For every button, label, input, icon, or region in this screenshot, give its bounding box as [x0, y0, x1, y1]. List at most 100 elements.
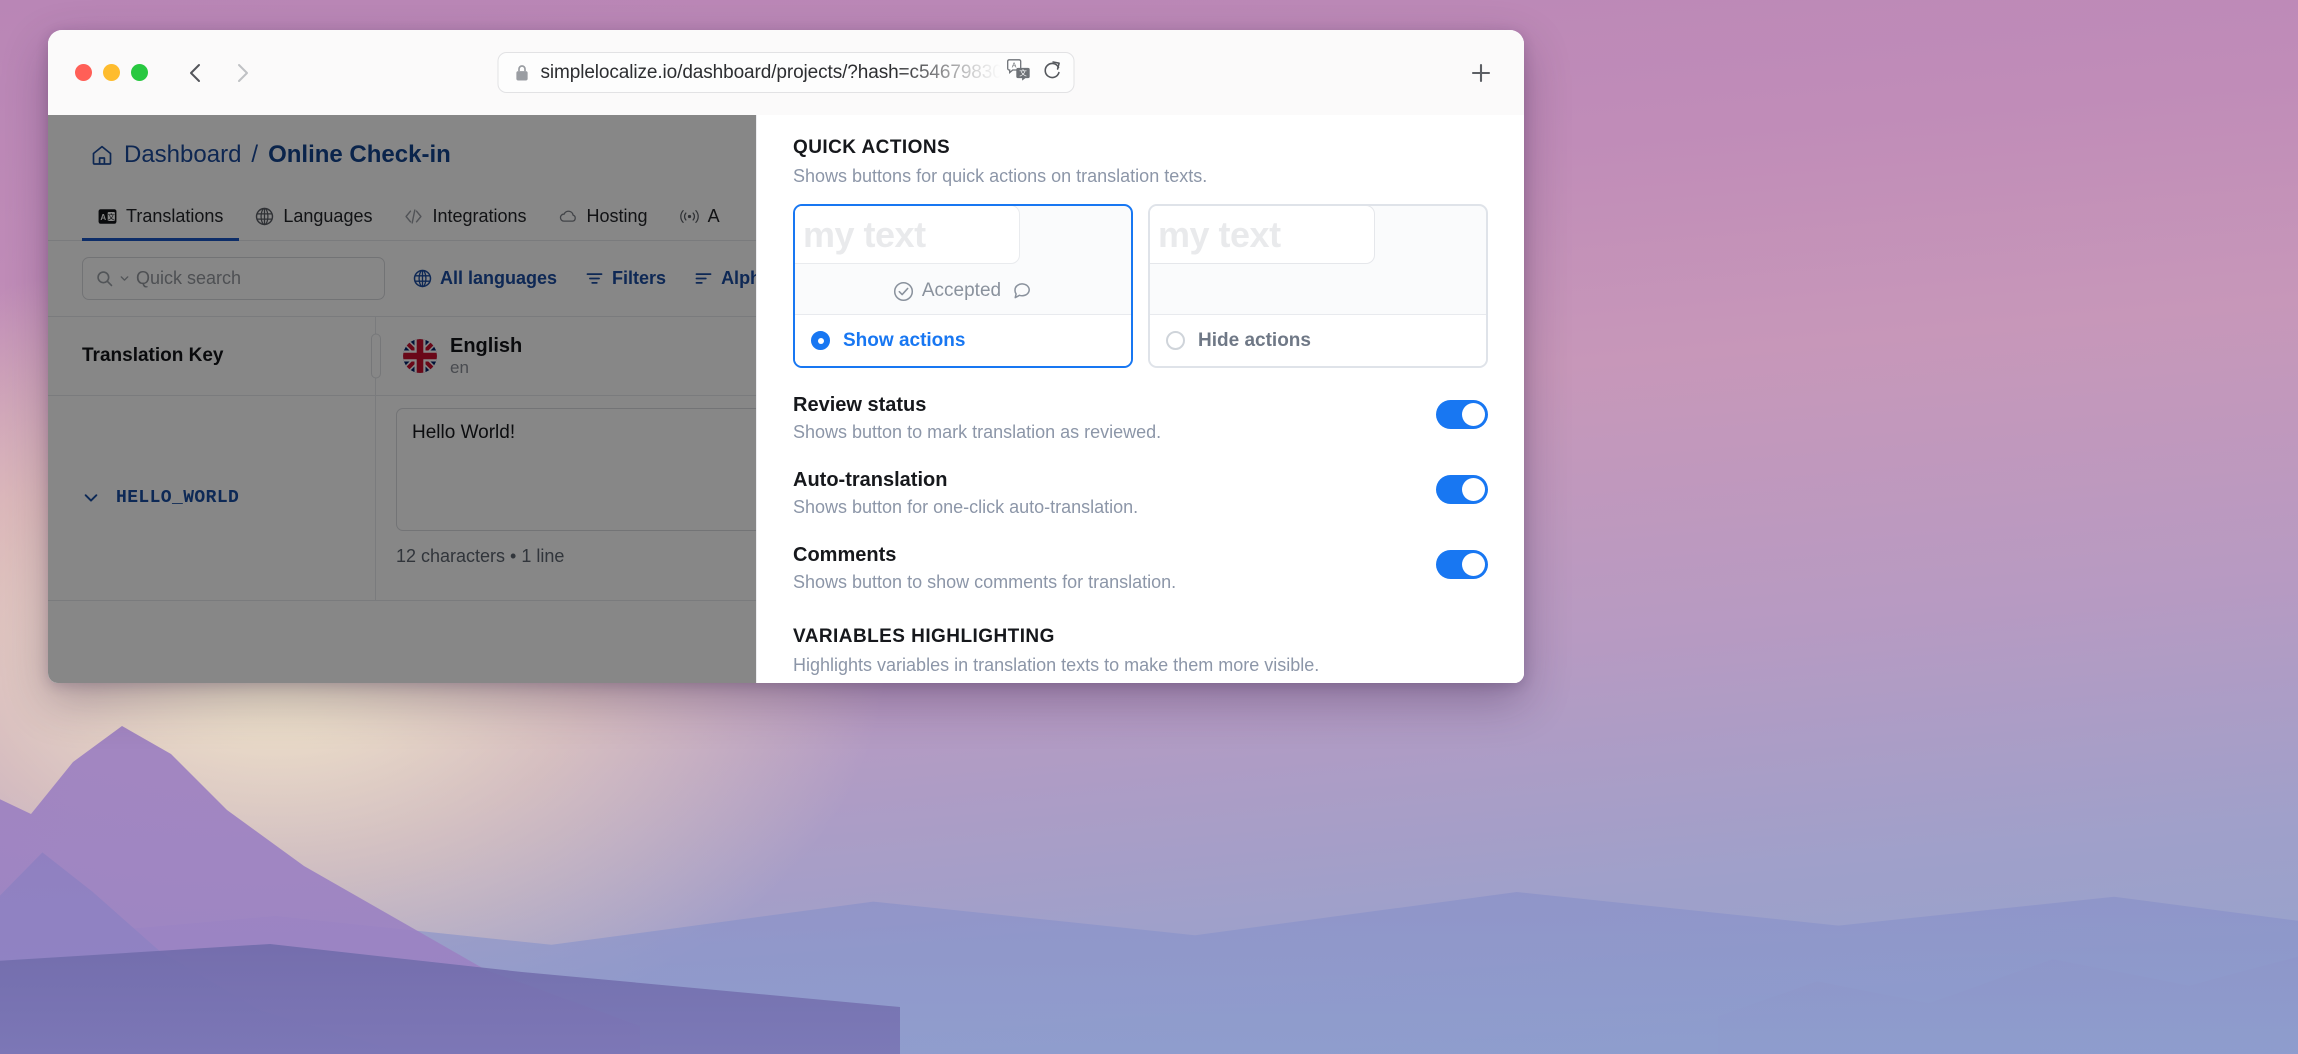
- reload-icon[interactable]: [1043, 60, 1062, 85]
- svg-text:文: 文: [108, 212, 115, 221]
- tab-label: Integrations: [432, 206, 527, 226]
- key-column: Translation Key HELLO_WORLD: [48, 317, 376, 601]
- tab-translations[interactable]: A 文 Translations: [82, 206, 240, 241]
- radio-hide-actions[interactable]: [1166, 331, 1185, 350]
- setting-text: Review status Shows button to mark trans…: [793, 394, 1161, 443]
- preview-input: my text: [795, 206, 1020, 264]
- option-hide-actions[interactable]: my text Hide actions: [1148, 204, 1488, 368]
- code-brackets-icon: [404, 207, 423, 226]
- quick-actions-description: Shows buttons for quick actions on trans…: [793, 166, 1208, 186]
- setting-title: Review status: [793, 394, 927, 416]
- variables-highlighting-heading: VARIABLES HIGHLIGHTING: [793, 626, 1055, 647]
- language-name: English: [450, 334, 523, 357]
- browser-titlebar: simplelocalize.io/dashboard/projects/?ha…: [48, 30, 1524, 115]
- forward-button[interactable]: [230, 61, 254, 85]
- show-actions-label: Show actions: [843, 329, 966, 351]
- setting-text: Comments Shows button to show comments f…: [793, 544, 1176, 593]
- search-input[interactable]: Quick search: [82, 257, 385, 300]
- toggle-auto-translation[interactable]: [1436, 475, 1488, 504]
- chevron-down-icon[interactable]: [82, 489, 100, 507]
- url-text: simplelocalize.io/dashboard/projects/?ha…: [540, 61, 1001, 83]
- address-bar-container: simplelocalize.io/dashboard/projects/?ha…: [497, 52, 1075, 93]
- translation-key[interactable]: HELLO_WORLD: [116, 488, 239, 508]
- breadcrumb-current-project[interactable]: Online Check-in: [268, 141, 451, 169]
- tab-hosting[interactable]: Hosting: [543, 206, 664, 240]
- comment-bubble-icon: [1012, 281, 1033, 302]
- svg-text:A: A: [100, 213, 106, 222]
- radio-show-actions[interactable]: [811, 331, 830, 350]
- tab-announcements[interactable]: A: [664, 206, 736, 240]
- search-icon: [96, 270, 113, 287]
- quick-actions-heading: QUICK ACTIONS: [793, 137, 951, 158]
- setting-description: Shows button to show comments for transl…: [793, 572, 1177, 592]
- settings-panel-content: QUICK ACTIONS Shows buttons for quick ac…: [757, 115, 1524, 683]
- filter-lines-icon: [585, 269, 604, 288]
- tab-label: Hosting: [586, 206, 648, 226]
- settings-panel: QUICK ACTIONS Shows buttons for quick ac…: [757, 115, 1524, 683]
- minimize-window-button[interactable]: [103, 64, 120, 81]
- table-row[interactable]: HELLO_WORLD: [48, 396, 375, 601]
- address-bar[interactable]: simplelocalize.io/dashboard/projects/?ha…: [497, 52, 1075, 93]
- cloud-icon: [559, 207, 578, 226]
- tab-languages[interactable]: Languages: [239, 206, 388, 240]
- maximize-window-button[interactable]: [131, 64, 148, 81]
- column-resize-handle[interactable]: [371, 333, 381, 379]
- hide-actions-label: Hide actions: [1198, 329, 1311, 351]
- breadcrumb-dashboard-link[interactable]: Dashboard: [124, 141, 241, 169]
- translate-box-icon: A 文: [98, 207, 117, 226]
- variables-highlighting-description: Highlights variables in translation text…: [793, 655, 1320, 675]
- navigation-buttons: [184, 61, 254, 85]
- setting-auto-translation: Auto-translation Shows button for one-cl…: [793, 469, 1488, 518]
- option-show-actions[interactable]: my text Accepted Show actions: [793, 204, 1133, 368]
- translate-page-icon[interactable]: A 文: [1007, 59, 1032, 86]
- setting-description: Shows button to mark translation as revi…: [793, 422, 1162, 442]
- svg-text:A: A: [1012, 62, 1017, 69]
- uk-flag-icon: [403, 339, 437, 373]
- accepted-status: Accepted: [893, 280, 1001, 302]
- preview-placeholder-text: my text: [1158, 213, 1281, 255]
- toggle-review-status[interactable]: [1436, 400, 1488, 429]
- address-bar-actions: A 文: [1007, 59, 1062, 86]
- setting-title: Comments: [793, 544, 897, 566]
- search-placeholder: Quick search: [136, 268, 242, 288]
- preview-action-row: Accepted: [795, 268, 1131, 314]
- setting-text: Auto-translation Shows button for one-cl…: [793, 469, 1138, 518]
- desktop-background: simplelocalize.io/dashboard/projects/?ha…: [0, 0, 2298, 1054]
- show-actions-radio-row[interactable]: Show actions: [795, 314, 1131, 366]
- check-circle-icon: [893, 281, 914, 302]
- language-info: English en: [450, 335, 522, 378]
- preview-placeholder-text: my text: [803, 213, 926, 255]
- quick-actions-options: my text Accepted Show actions my text Hi…: [793, 204, 1488, 368]
- show-actions-preview: my text Accepted: [795, 206, 1131, 314]
- variables-highlighting-section: VARIABLES HIGHLIGHTING Highlights variab…: [793, 626, 1488, 683]
- breadcrumb-separator: /: [251, 141, 259, 168]
- setting-review-status: Review status Shows button to mark trans…: [793, 394, 1488, 443]
- globe-icon: [255, 207, 274, 226]
- home-icon[interactable]: [90, 143, 114, 167]
- chevron-down-icon[interactable]: [120, 274, 129, 283]
- tool-label: Filters: [612, 268, 667, 288]
- tab-label: Languages: [283, 206, 373, 226]
- svg-text:文: 文: [1019, 68, 1027, 78]
- tab-label: A: [707, 206, 720, 226]
- tab-label: Translations: [126, 206, 224, 226]
- tool-label: All languages: [440, 268, 558, 288]
- close-window-button[interactable]: [75, 64, 92, 81]
- filters-button[interactable]: Filters: [585, 268, 666, 289]
- toggle-comments[interactable]: [1436, 550, 1488, 579]
- preview-input: my text: [1150, 206, 1375, 264]
- tab-integrations[interactable]: Integrations: [388, 206, 542, 240]
- sort-lines-icon: [694, 269, 713, 288]
- back-button[interactable]: [184, 61, 208, 85]
- new-tab-button[interactable]: [1468, 60, 1494, 86]
- setting-title: Auto-translation: [793, 469, 948, 491]
- hide-actions-radio-row[interactable]: Hide actions: [1150, 314, 1486, 366]
- broadcast-icon: [679, 207, 699, 226]
- hide-actions-preview: my text: [1150, 206, 1486, 314]
- all-languages-button[interactable]: All languages: [413, 268, 557, 289]
- page-viewport: Dashboard / Online Check-in A 文 Translat…: [48, 115, 1524, 683]
- window-controls: [75, 64, 148, 81]
- setting-description: Shows button for one-click auto-translat…: [793, 497, 1139, 517]
- key-column-header: Translation Key: [48, 317, 375, 396]
- browser-window: simplelocalize.io/dashboard/projects/?ha…: [48, 30, 1524, 683]
